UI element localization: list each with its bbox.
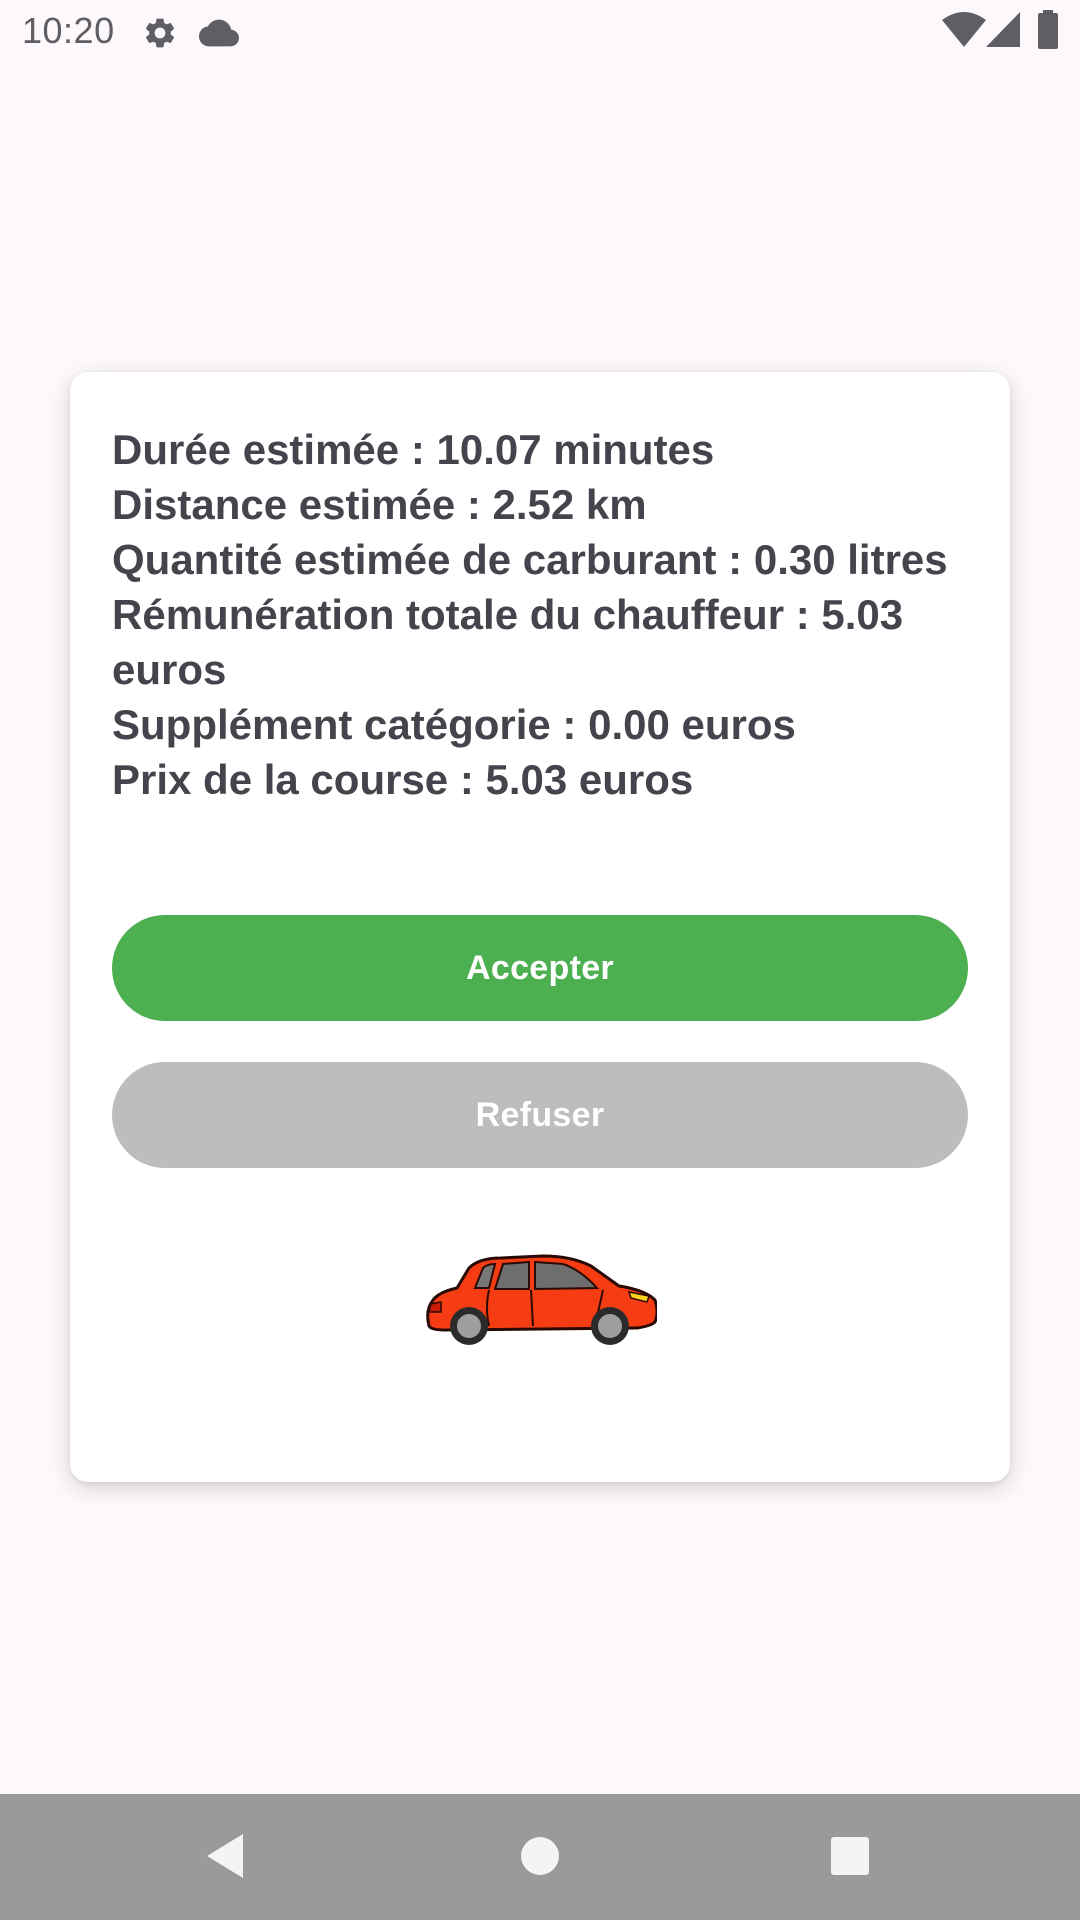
ride-details: Durée estimée : 10.07 minutes Distance e… [112,422,972,807]
wifi-icon [942,12,986,47]
estimated-distance: Distance estimée : 2.52 km [112,481,647,528]
home-icon[interactable] [520,1836,560,1876]
signal-icon [986,12,1020,47]
car-icon [426,1254,657,1345]
ride-price: Prix de la course : 5.03 euros [112,756,694,803]
navigation-bar [0,1794,1080,1920]
ride-estimate-card: Durée estimée : 10.07 minutes Distance e… [70,372,1010,1482]
driver-pay: Rémunération totale du chauffeur : 5.03 … [112,591,904,693]
recents-icon[interactable] [830,1836,870,1876]
category-surcharge: Supplément catégorie : 0.00 euros [112,701,796,748]
battery-icon [1038,10,1058,49]
estimated-fuel: Quantité estimée de carburant : 0.30 lit… [112,536,948,583]
back-icon[interactable] [205,1832,245,1880]
status-time: 10:20 [22,10,115,51]
accept-button[interactable]: Accepter [112,915,968,1021]
settings-icon [145,18,175,48]
status-bar: 10:20 [0,0,1080,64]
cloud-icon [199,19,239,47]
refuse-button[interactable]: Refuser [112,1062,968,1168]
estimated-duration: Durée estimée : 10.07 minutes [112,426,715,473]
